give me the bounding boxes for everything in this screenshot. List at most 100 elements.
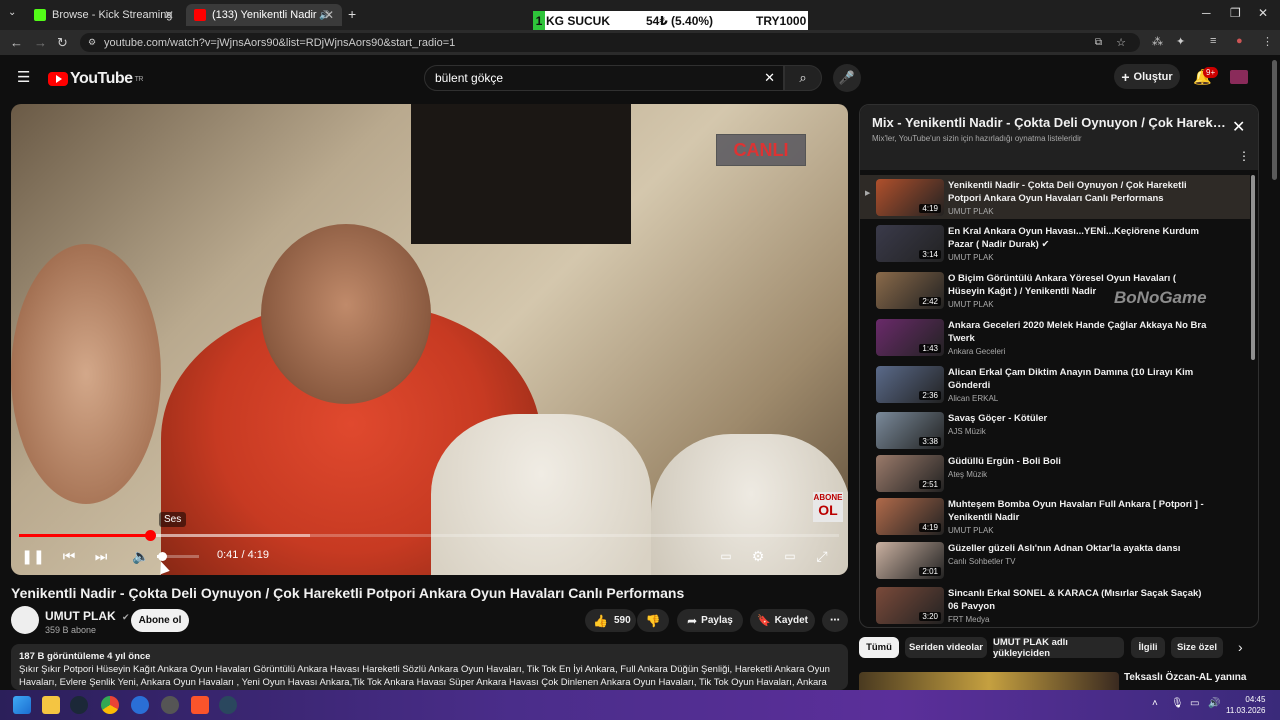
- extensions-puzzle-icon[interactable]: ✦: [1176, 35, 1185, 48]
- playlist-item-channel[interactable]: AJS Müzik: [948, 427, 986, 436]
- playlist-item-title[interactable]: Sincanlı Erkal SONEL & KARACA (Mısırlar …: [948, 587, 1210, 613]
- install-icon[interactable]: ⧉: [1095, 37, 1102, 48]
- save-button[interactable]: 🔖 Kaydet: [750, 609, 815, 632]
- steam-icon[interactable]: [70, 696, 88, 714]
- playlist-item-thumbnail[interactable]: 2:36: [876, 366, 944, 403]
- playlist-item-thumbnail[interactable]: 1:43: [876, 319, 944, 356]
- playlist-item-title[interactable]: Muhteşem Bomba Oyun Havaları Full Ankara…: [948, 498, 1210, 524]
- new-tab-button[interactable]: +: [348, 6, 356, 22]
- like-button[interactable]: 👍 590: [585, 609, 636, 632]
- reload-icon[interactable]: ↻: [57, 35, 68, 51]
- close-tab-icon[interactable]: ✕: [164, 8, 174, 22]
- playlist-item-title[interactable]: Ankara Geceleri 2020 Melek Hande Çağlar …: [948, 319, 1210, 345]
- close-playlist-icon[interactable]: ✕: [1232, 117, 1245, 137]
- playlist-item-thumbnail[interactable]: 4:19: [876, 498, 944, 535]
- playlist-item[interactable]: 2:01 Güzeller güzeli Aslı'nın Adnan Oktar…: [860, 538, 1250, 582]
- tab-search-dropdown-icon[interactable]: ⌄: [8, 7, 16, 18]
- restore-icon[interactable]: ❐: [1230, 6, 1241, 20]
- playlist-item-channel[interactable]: Alican ERKAL: [948, 394, 998, 403]
- clear-search-icon[interactable]: ✕: [764, 70, 775, 86]
- playlist-item-thumbnail[interactable]: 3:14: [876, 225, 944, 262]
- progress-bar[interactable]: [19, 530, 839, 541]
- subtitles-icon[interactable]: ▭: [716, 546, 736, 566]
- playlist-item-title[interactable]: Güzeller güzeli Aslı'nın Adnan Oktar'la …: [948, 542, 1210, 555]
- description-box[interactable]: 187 B görüntüleme 4 yıl önce Şıkır Şıkır…: [11, 644, 848, 690]
- channel-name[interactable]: UMUT PLAK ✔: [45, 609, 130, 623]
- steam-icon-2[interactable]: [219, 696, 237, 714]
- playlist-item-channel[interactable]: UMUT PLAK: [948, 253, 994, 262]
- tray-display-icon[interactable]: ▭: [1190, 698, 1199, 709]
- playlist-item-channel[interactable]: Ateş Müzik: [948, 470, 987, 479]
- volume-slider[interactable]: [157, 552, 199, 561]
- dislike-button[interactable]: 👎: [637, 609, 669, 632]
- close-tab-icon[interactable]: ✕: [324, 8, 334, 22]
- chip-uploader[interactable]: UMUT PLAK adlı yükleyiciden: [993, 637, 1124, 659]
- file-explorer-icon[interactable]: [42, 696, 60, 714]
- tray-volume-icon[interactable]: 🔊: [1208, 698, 1220, 709]
- next-video-title[interactable]: Teksaslı Özcan-AL yanına: [1124, 672, 1246, 683]
- next-video-thumbnail[interactable]: [859, 672, 1119, 692]
- site-info-icon[interactable]: ⚙: [88, 37, 96, 48]
- tray-mic-icon[interactable]: 🎙: [1171, 698, 1184, 709]
- voice-search-button[interactable]: 🎤: [833, 64, 861, 92]
- playlist-menu-icon[interactable]: ⋮: [1238, 149, 1250, 163]
- playlist-item[interactable]: 3:20 Sincanlı Erkal SONEL & KARACA (Mısır…: [860, 583, 1250, 627]
- chrome-icon[interactable]: [101, 696, 119, 714]
- video-player[interactable]: CANLI ABONE OL Ses ❚❚ ⏮ ⏭ 🔈 0:41 / 4:19 …: [11, 104, 848, 575]
- search-input[interactable]: bülent gökçe ✕: [424, 65, 784, 91]
- forward-icon[interactable]: →: [34, 35, 47, 50]
- create-button[interactable]: + Oluştur: [1114, 64, 1180, 89]
- minimize-icon[interactable]: ─: [1202, 6, 1211, 20]
- playlist-item-thumbnail[interactable]: 3:38: [876, 412, 944, 449]
- channel-avatar[interactable]: [11, 606, 39, 634]
- profile-icon[interactable]: ●: [1236, 35, 1243, 47]
- page-scrollbar[interactable]: [1272, 60, 1277, 180]
- playlist-item-thumbnail[interactable]: 2:42: [876, 272, 944, 309]
- playlist-item[interactable]: 3:38 Savaş Göçer - Kötüler AJS Müzik: [860, 408, 1250, 452]
- next-button[interactable]: ⏭: [91, 546, 111, 566]
- fullscreen-icon[interactable]: ⤢: [812, 546, 832, 566]
- chips-next-icon[interactable]: ›: [1238, 639, 1243, 655]
- playlist-item-thumbnail[interactable]: 2:51: [876, 455, 944, 492]
- subscribe-button[interactable]: Abone ol: [131, 609, 189, 632]
- playlist-item-channel[interactable]: UMUT PLAK: [948, 207, 994, 216]
- app-icon-2[interactable]: [161, 696, 179, 714]
- chip-all[interactable]: Tümü: [859, 637, 899, 658]
- playlist-item-channel[interactable]: Ankara Geceleri: [948, 347, 1005, 356]
- tab-kick[interactable]: Browse - Kick Streaming ✕: [26, 4, 182, 26]
- playlist-item-thumbnail[interactable]: 3:20: [876, 587, 944, 624]
- search-button[interactable]: ⌕: [784, 65, 822, 91]
- playlist-item-channel[interactable]: UMUT PLAK: [948, 300, 994, 309]
- playlist-title[interactable]: Mix - Yenikentli Nadir - Çokta Deli Oynu…: [872, 115, 1227, 130]
- playlist-item-thumbnail[interactable]: 2:01: [876, 542, 944, 579]
- chip-for-you[interactable]: Size özel: [1171, 637, 1223, 658]
- playlist-item-title[interactable]: Yenikentli Nadir - Çokta Deli Oynuyon / …: [948, 179, 1210, 205]
- playlist-item-title[interactable]: Alican Erkal Çam Diktim Anayın Damına (1…: [948, 366, 1210, 392]
- playlist-item-channel[interactable]: UMUT PLAK: [948, 526, 994, 535]
- chip-related[interactable]: İlgili: [1131, 637, 1165, 658]
- playlist-item[interactable]: 1:43 Ankara Geceleri 2020 Melek Hande Çağ…: [860, 315, 1250, 359]
- system-clock[interactable]: 04:45 11.03.2026: [1226, 694, 1265, 716]
- playlist-item-channel[interactable]: Canlı Sohbetler TV: [948, 557, 1015, 566]
- playlist-item[interactable]: 4:19 Muhteşem Bomba Oyun Havaları Full An…: [860, 494, 1250, 538]
- playlist-item-thumbnail[interactable]: 4:19: [876, 179, 944, 216]
- volume-icon[interactable]: 🔈: [131, 546, 151, 566]
- playlist-item[interactable]: 2:51 Güdüllü Ergün - Boli Boli Ateş Müzik: [860, 451, 1250, 495]
- scrubber-handle[interactable]: [145, 530, 157, 541]
- playlist-item[interactable]: 2:36 Alican Erkal Çam Diktim Anayın Damın…: [860, 362, 1250, 406]
- address-bar[interactable]: ⚙ youtube.com/watch?v=jWjnsAors90&list=R…: [80, 33, 1140, 52]
- extension-icon[interactable]: ⁂: [1152, 35, 1163, 48]
- previous-button[interactable]: ⏮: [59, 546, 79, 566]
- more-actions-button[interactable]: ⋯: [822, 609, 848, 632]
- playlist-item[interactable]: 3:14 En Kral Ankara Oyun Havası...YENİ...…: [860, 221, 1250, 265]
- settings-gear-icon[interactable]: ⚙: [748, 546, 768, 566]
- back-icon[interactable]: ←: [10, 35, 23, 50]
- playlist-scrollbar[interactable]: [1251, 175, 1255, 360]
- playlist-item-title[interactable]: En Kral Ankara Oyun Havası...YENİ...Keçi…: [948, 225, 1210, 251]
- youtube-logo[interactable]: YouTube TR: [48, 70, 143, 88]
- playlist-item[interactable]: ▶ 4:19 Yenikentli Nadir - Çokta Deli Oynuy…: [860, 175, 1250, 219]
- windows-start-icon[interactable]: [13, 696, 31, 714]
- account-avatar[interactable]: [1230, 70, 1248, 84]
- tab-youtube[interactable]: (133) Yenikentli Nadir - Çok 🔊 ✕: [186, 4, 342, 26]
- tray-chevron-icon[interactable]: ˄: [1152, 698, 1158, 709]
